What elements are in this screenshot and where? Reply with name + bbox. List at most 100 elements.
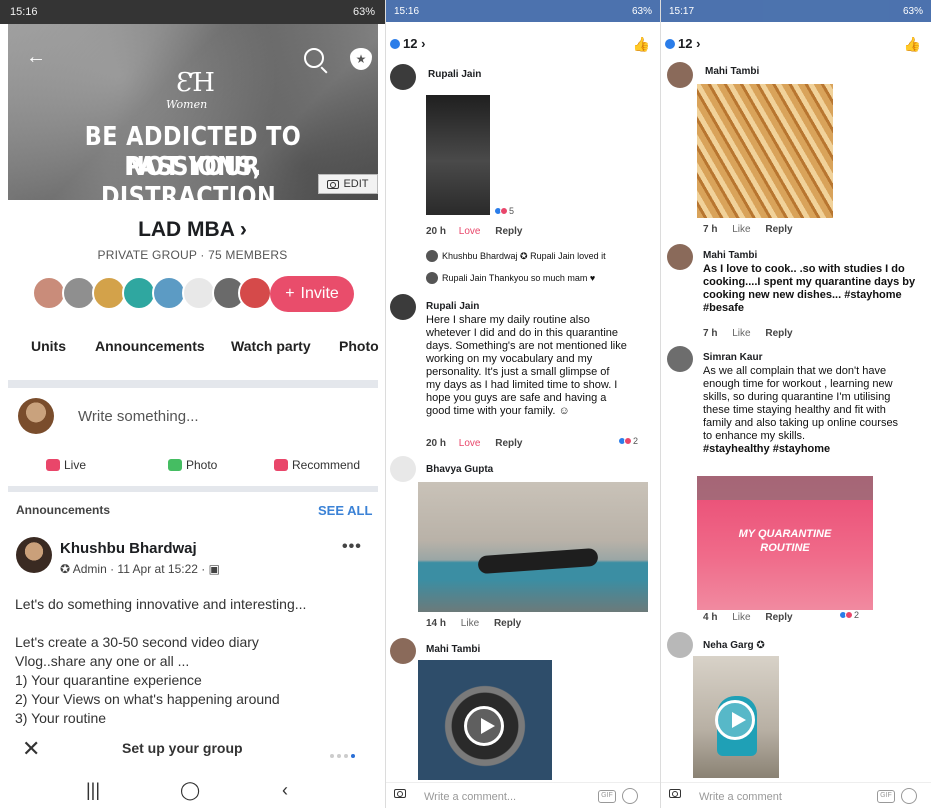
comment-photo[interactable] <box>697 84 833 218</box>
love-reaction-button[interactable]: Love <box>459 438 481 449</box>
emoji-icon[interactable] <box>901 788 917 804</box>
thumbs-up-icon[interactable]: 👍 <box>633 36 650 53</box>
tab-watch-party[interactable]: Watch party <box>231 338 311 354</box>
reply-item[interactable]: Rupali Jain Thankyou so much mam ♥ <box>426 272 595 284</box>
reaction-summary[interactable]: 5 <box>494 206 514 216</box>
commenter-name[interactable]: Mahi Tambi <box>705 66 759 77</box>
avatar[interactable] <box>390 64 416 90</box>
back-arrow-icon[interactable]: ← <box>26 46 46 69</box>
reaction-count[interactable]: 12 › <box>665 36 700 51</box>
post-author[interactable]: Khushbu Bhardwaj <box>60 540 197 557</box>
reaction-summary[interactable]: 2 <box>618 436 638 446</box>
avatar[interactable] <box>667 346 693 372</box>
camera-icon[interactable] <box>394 789 406 798</box>
setup-group-link[interactable]: Set up your group <box>122 740 243 756</box>
thumbs-up-icon[interactable]: 👍 <box>904 36 921 53</box>
invite-button[interactable]: + Invite <box>270 276 354 312</box>
section-divider <box>8 486 378 492</box>
write-something-input[interactable]: Write something... <box>78 408 199 425</box>
avatar[interactable] <box>152 276 186 310</box>
avatar[interactable] <box>62 276 96 310</box>
comment-meta: 4 h Like Reply <box>703 612 793 623</box>
love-reaction-button[interactable]: Love <box>459 226 481 237</box>
see-all-link[interactable]: SEE ALL <box>318 503 372 518</box>
play-icon[interactable] <box>464 706 504 746</box>
admin-shield-icon[interactable]: ★ <box>350 48 372 70</box>
comment-input[interactable]: Write a comment... <box>424 791 516 803</box>
post-line: 1) Your quarantine experience <box>15 672 202 688</box>
tab-photo[interactable]: Photo <box>339 338 379 354</box>
comments-header: 12 › 👍 <box>661 34 931 56</box>
live-button[interactable]: Live <box>46 458 86 472</box>
edit-cover-button[interactable]: EDIT <box>318 174 378 194</box>
comment-video-thumbnail[interactable] <box>693 656 779 778</box>
reaction-count[interactable]: 12 › <box>390 36 425 51</box>
avatar[interactable] <box>182 276 216 310</box>
commenter-name[interactable]: Simran Kaur <box>703 352 762 363</box>
comment-video-thumbnail[interactable] <box>426 95 490 215</box>
reply-button[interactable]: Reply <box>495 438 522 449</box>
reply-button[interactable]: Reply <box>765 328 792 339</box>
camera-icon[interactable] <box>669 789 681 798</box>
avatar[interactable] <box>92 276 126 310</box>
avatar[interactable] <box>32 276 66 310</box>
comment-photo[interactable]: MY QUARANTINE ROUTINE <box>697 476 873 610</box>
play-icon[interactable] <box>715 700 755 740</box>
reply-button[interactable]: Reply <box>765 224 792 235</box>
avatar[interactable] <box>667 62 693 88</box>
commenter-name[interactable]: Neha Garg ✪ <box>703 640 765 651</box>
comments-panel-b: 15:17 63% 12 › 👍 Mahi Tambi 7 h Like Rep… <box>661 0 931 808</box>
comments-panel-a: 15:16 63% 12 › 👍 Rupali Jain 5 20 h Love… <box>386 0 660 808</box>
avatar[interactable] <box>238 276 272 310</box>
tab-units[interactable]: Units <box>31 338 66 354</box>
photo-button[interactable]: Photo <box>168 458 217 472</box>
commenter-name[interactable]: Rupali Jain <box>428 69 481 80</box>
gif-icon[interactable]: GIF <box>598 790 616 803</box>
gif-icon[interactable]: GIF <box>877 790 895 803</box>
reply-button[interactable]: Reply <box>495 226 522 237</box>
like-button[interactable]: Like <box>461 618 479 629</box>
avatar[interactable] <box>390 456 416 482</box>
more-options-icon[interactable]: ••• <box>342 538 362 556</box>
recent-apps-icon[interactable]: ||| <box>86 780 100 801</box>
search-icon[interactable] <box>304 48 324 68</box>
like-button[interactable]: Like <box>732 612 750 623</box>
reply-button[interactable]: Reply <box>765 612 792 623</box>
comment-video-thumbnail[interactable] <box>418 660 552 780</box>
tab-announcements[interactable]: Announcements <box>95 338 205 354</box>
close-icon[interactable]: ✕ <box>22 736 40 762</box>
status-bar: 15:16 63% <box>0 0 385 24</box>
emoji-icon[interactable] <box>622 788 638 804</box>
commenter-name[interactable]: Rupali Jain <box>426 301 479 312</box>
avatar[interactable] <box>667 632 693 658</box>
reply-button[interactable]: Reply <box>494 618 521 629</box>
avatar[interactable] <box>122 276 156 310</box>
commenter-name[interactable]: Bhavya Gupta <box>426 464 493 475</box>
recommend-label: Recommend <box>292 458 361 472</box>
comments-header: 12 › 👍 <box>386 34 660 56</box>
post-meta: ✪ Admin · 11 Apr at 15:22 · ▣ <box>60 562 220 576</box>
reply-text: Rupali Jain Thankyou so much mam ♥ <box>442 273 596 283</box>
comment-input[interactable]: Write a comment <box>699 791 782 803</box>
image-caption-line1: MY QUARANTINE <box>738 528 832 540</box>
avatar[interactable] <box>390 294 416 320</box>
admin-badge-icon: ✪ <box>60 562 73 576</box>
group-name[interactable]: LAD MBA › <box>0 218 385 242</box>
group-cover-photo: ← ★ ƐꞪ Women BE ADDICTED TO PASSIONS, NO… <box>8 24 378 200</box>
like-button[interactable]: Like <box>732 328 750 339</box>
back-icon[interactable]: ‹ <box>282 780 288 801</box>
avatar[interactable] <box>16 537 52 573</box>
like-button[interactable]: Like <box>732 224 750 235</box>
comment-meta: 20 h Love Reply <box>426 226 523 237</box>
recommend-button[interactable]: Recommend <box>274 458 360 472</box>
avatar[interactable] <box>667 244 693 270</box>
home-icon[interactable]: ◯ <box>180 780 200 801</box>
commenter-name[interactable]: Mahi Tambi <box>703 250 757 261</box>
post-line: Let's create a 30-50 second video diary <box>15 634 259 650</box>
avatar[interactable] <box>390 638 416 664</box>
reply-item[interactable]: Khushbu Bhardwaj ✪ Rupali Jain loved it <box>426 250 606 262</box>
group-tabs: Units Announcements Watch party Photo <box>0 338 385 360</box>
commenter-name[interactable]: Mahi Tambi <box>426 644 480 655</box>
comment-photo[interactable] <box>418 482 648 612</box>
reaction-summary[interactable]: 2 <box>839 610 859 620</box>
